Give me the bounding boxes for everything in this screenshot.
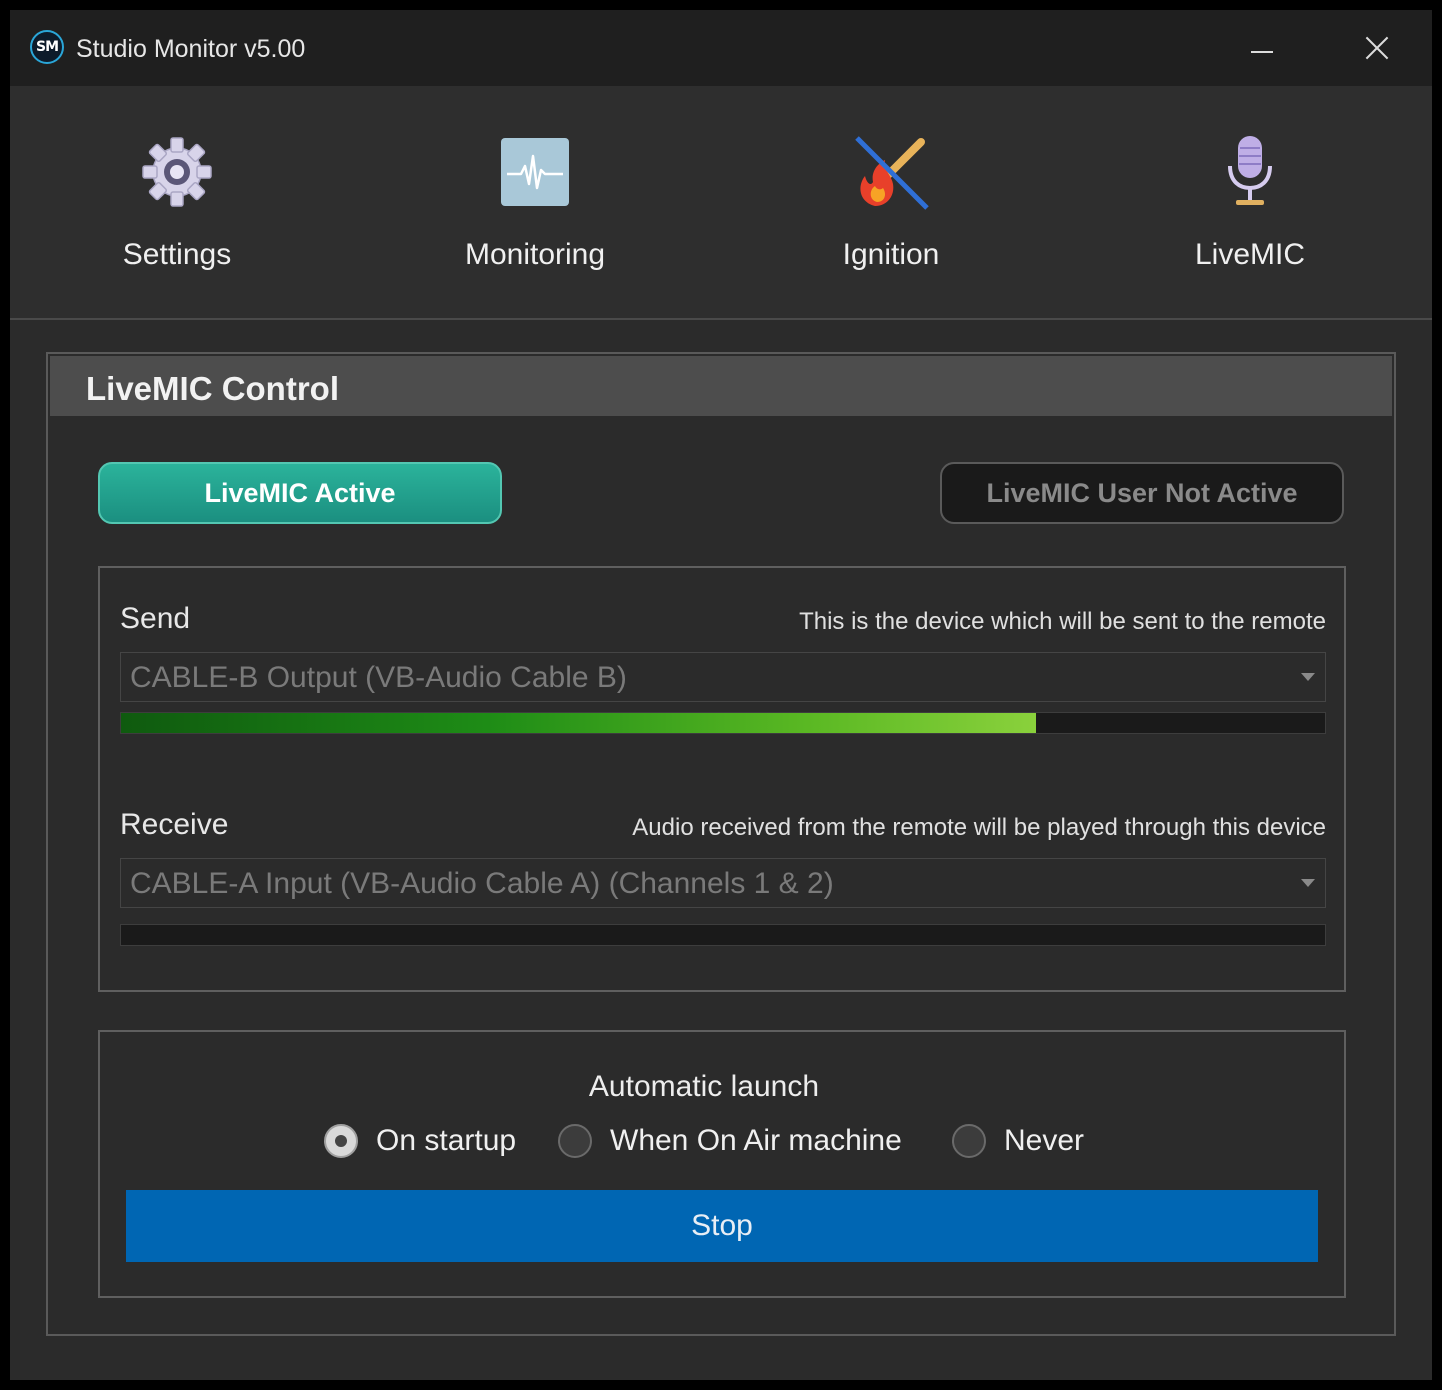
radio-label: Never <box>1004 1124 1085 1157</box>
close-button[interactable] <box>1358 30 1398 70</box>
chevron-down-icon <box>1301 673 1315 681</box>
receive-device-value: CABLE-A Input (VB-Audio Cable A) (Channe… <box>130 867 834 900</box>
nav-item-settings[interactable]: Settings <box>67 86 287 318</box>
receive-label: Receive <box>120 808 229 841</box>
receive-hint: Audio received from the remote will be p… <box>632 814 1326 841</box>
send-level-fill <box>121 713 1037 733</box>
radio-label: On startup <box>376 1124 517 1157</box>
nav-label-monitoring: Monitoring <box>464 238 606 271</box>
nav-item-livemic[interactable]: LiveMIC <box>1140 86 1360 318</box>
send-level-meter <box>120 712 1326 734</box>
receive-level-meter <box>120 924 1326 946</box>
send-device-select[interactable]: CABLE-B Output (VB-Audio Cable B) <box>120 652 1326 702</box>
livemic-control-panel: LiveMIC Control LiveMIC Active LiveMIC U… <box>46 352 1396 1336</box>
title-bar[interactable]: SM Studio Monitor v5.00 <box>10 10 1432 86</box>
gear-icon <box>142 137 212 207</box>
app-window: SM Studio Monitor v5.00 Settings Monitor… <box>10 10 1432 1380</box>
waveform-icon <box>501 138 569 206</box>
automatic-launch-title: Automatic launch <box>588 1070 820 1103</box>
livemic-active-badge: LiveMIC Active <box>98 462 502 524</box>
panel-header: LiveMIC Control <box>50 356 1392 416</box>
nav-item-monitoring[interactable]: Monitoring <box>425 86 645 318</box>
window-title: Studio Monitor v5.00 <box>76 35 306 63</box>
receive-device-select[interactable]: CABLE-A Input (VB-Audio Cable A) (Channe… <box>120 858 1326 908</box>
microphone-icon <box>1228 136 1272 205</box>
minimize-button[interactable] <box>1242 30 1282 70</box>
livemic-user-status-badge: LiveMIC User Not Active <box>940 462 1344 524</box>
app-logo: SM <box>30 30 64 64</box>
send-label: Send <box>120 602 191 635</box>
automatic-launch-group: Automatic launch On startup When On Air … <box>98 1030 1346 1298</box>
send-hint: This is the device which will be sent to… <box>799 608 1326 635</box>
radio-button[interactable] <box>324 1124 358 1158</box>
panel-title: LiveMIC Control <box>86 370 339 407</box>
nav-label-ignition: Ignition <box>842 238 940 271</box>
audio-devices-group: Send This is the device which will be se… <box>98 566 1346 992</box>
radio-button[interactable] <box>558 1124 592 1158</box>
radio-button[interactable] <box>952 1124 986 1158</box>
nav-toolbar: Settings Monitoring Ignition LiveMIC <box>10 86 1432 320</box>
send-device-value: CABLE-B Output (VB-Audio Cable B) <box>130 661 627 694</box>
radio-label: When On Air machine <box>610 1124 902 1157</box>
nav-label-livemic: LiveMIC <box>1194 238 1306 271</box>
chevron-down-icon <box>1301 879 1315 887</box>
nav-label-settings: Settings <box>122 238 232 271</box>
flame-match-crossed-icon <box>855 136 929 210</box>
stop-button[interactable]: Stop <box>126 1190 1318 1262</box>
nav-item-ignition[interactable]: Ignition <box>781 86 1001 318</box>
